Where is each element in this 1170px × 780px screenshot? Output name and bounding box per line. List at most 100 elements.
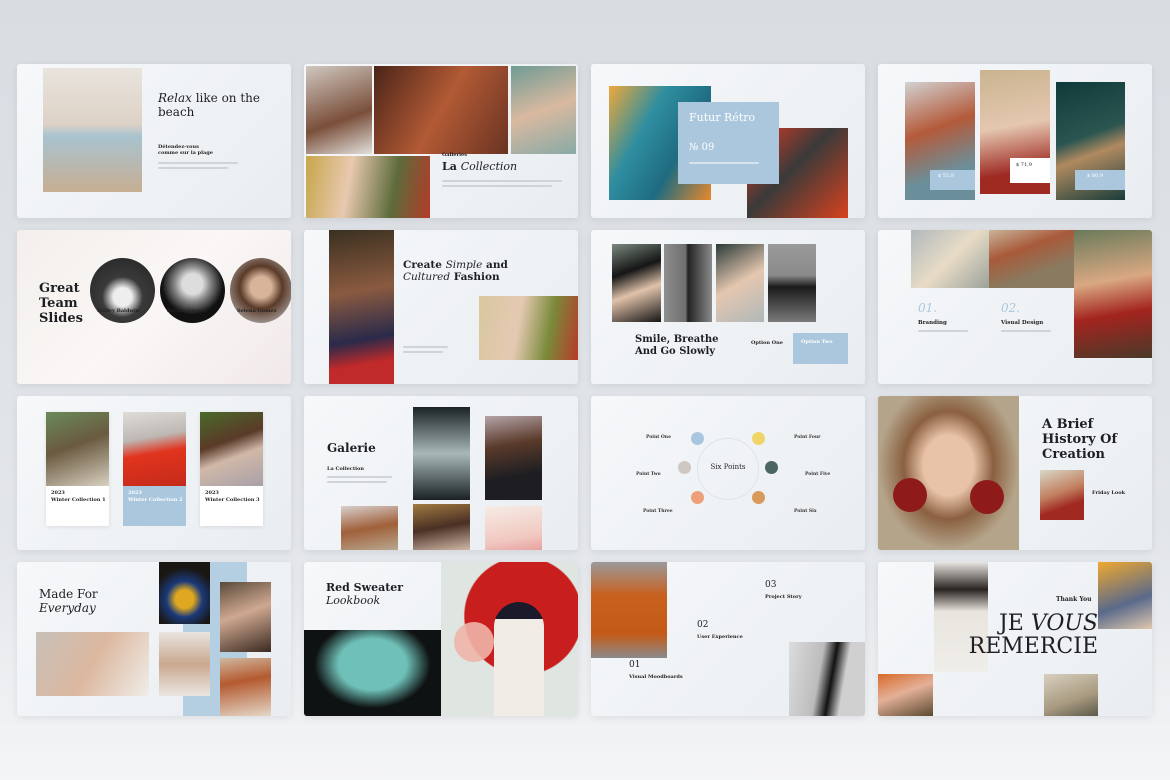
photo: [413, 407, 470, 500]
caption: Friday Look: [1092, 490, 1126, 496]
point-label: Point One: [646, 435, 671, 440]
card-title: Winter Collection 1: [51, 497, 106, 503]
bell-icon: [765, 461, 778, 474]
slide-title: JE VOUS REMERCIE: [948, 612, 1098, 658]
text-line: [327, 481, 387, 483]
step-number: 01.: [918, 301, 938, 315]
slide-title: La Collection: [442, 160, 517, 174]
photo: [329, 230, 394, 384]
step-number: 01: [629, 660, 641, 670]
slide-title: Galerie: [327, 441, 376, 455]
photo: [46, 412, 109, 486]
text-line: [1001, 330, 1051, 332]
slide-everyday[interactable]: Made For Everyday: [17, 562, 291, 716]
subtitle: Détendez-vous comme sur la plage: [158, 144, 213, 156]
photo: [878, 674, 933, 716]
slide-collection[interactable]: Galleries La Collection: [304, 64, 578, 218]
slide-prices[interactable]: $ 55,9 $ 71,9 $ 80,9: [878, 64, 1152, 218]
slide-lookbook[interactable]: Red Sweater Lookbook: [304, 562, 578, 716]
step-number: 02: [697, 620, 709, 630]
slide-title: Made For Everyday: [39, 587, 98, 616]
photo: [36, 632, 149, 696]
slide-relax[interactable]: Relax like on the beach Détendez-vous co…: [17, 64, 291, 218]
photo: [789, 642, 865, 716]
price-tag: $ 71,9: [1010, 158, 1050, 183]
photo: [159, 562, 210, 624]
photo: [43, 68, 142, 192]
text-line: [918, 330, 968, 332]
step-label: Project Story: [765, 594, 802, 600]
text-line: [158, 162, 238, 164]
photo: [485, 506, 542, 550]
kicker: Thank You: [1056, 596, 1092, 603]
slide-create[interactable]: Create Simple and Cultured Fashion: [304, 230, 578, 384]
price-tag: $ 80,9: [1075, 170, 1125, 190]
option-one: Option One: [751, 340, 783, 346]
slide-history[interactable]: A Brief History Of Creation Friday Look: [878, 396, 1152, 550]
title-a: La: [442, 160, 461, 173]
option-two: Option Two: [801, 339, 833, 345]
photo: [220, 582, 271, 652]
step-label: Visual Moodboards: [629, 674, 683, 680]
photo: [1074, 230, 1152, 358]
photo: [220, 658, 271, 716]
cup-icon: [691, 491, 704, 504]
card[interactable]: 2023 Winter Collection 1: [46, 412, 109, 526]
slide-title: Relax like on the beach: [158, 91, 278, 120]
slide-team[interactable]: Great Team Slides Hailey Baldwin Ariana …: [17, 230, 291, 384]
t2: Lookbook: [326, 593, 381, 607]
price-tag: $ 55,9: [930, 170, 975, 190]
apple: [893, 478, 927, 512]
t5: Fashion: [450, 271, 500, 284]
slide-title: Smile, Breathe And Go Slowly: [635, 334, 719, 357]
photo: [413, 504, 470, 550]
t1: JE: [998, 611, 1031, 636]
point-label: Point Five: [805, 472, 831, 477]
photo: [485, 416, 542, 500]
step-label: User Experience: [697, 634, 743, 640]
text-line: [442, 185, 552, 187]
slide-retro[interactable]: Futur Rétro № 09: [591, 64, 865, 218]
point-label: Point Three: [643, 509, 673, 514]
slide-steps[interactable]: 03 Project Story 02 User Experience 01 V…: [591, 562, 865, 716]
member-name: Selena Gomez: [237, 308, 277, 314]
t1: Red Sweater: [326, 581, 404, 594]
slide-winter[interactable]: 2023 Winter Collection 1 2023 Winter Colle…: [17, 396, 291, 550]
card-year: 2023: [51, 490, 65, 496]
photo: [1098, 562, 1152, 629]
slide-title: Great Team Slides: [39, 281, 83, 326]
card[interactable]: 2023 Winter Collection 3: [200, 412, 263, 526]
slide-branding[interactable]: 01. Branding 02. Visual Design: [878, 230, 1152, 384]
slide-title: A Brief History Of Creation: [1042, 417, 1118, 462]
slide-title: Red Sweater Lookbook: [326, 581, 404, 607]
fan: [454, 622, 494, 662]
price: $ 55,9: [938, 173, 954, 179]
card-year: 2023: [128, 490, 142, 496]
slide-galerie[interactable]: Galerie La Collection: [304, 396, 578, 550]
card-year: 2023: [205, 490, 219, 496]
photo: [479, 296, 578, 360]
text-line: [403, 346, 448, 348]
card-title: Winter Collection 2: [128, 497, 183, 503]
t2: VOUS: [1030, 611, 1098, 636]
t3: REMERCIE: [968, 634, 1098, 660]
t2: Everyday: [39, 600, 96, 615]
point-label: Point Four: [794, 435, 821, 440]
price: $ 71,9: [1016, 162, 1032, 168]
text-line: [327, 476, 392, 478]
card[interactable]: 2023 Winter Collection 2: [123, 412, 186, 526]
megaphone-icon: [752, 432, 765, 445]
slide-thanks[interactable]: Thank You JE VOUS REMERCIE: [878, 562, 1152, 716]
text-line: [403, 351, 443, 353]
text-line: [158, 167, 228, 169]
photo: [1044, 674, 1098, 716]
point-label: Point Six: [794, 509, 817, 514]
point-label: Point Two: [636, 472, 661, 477]
t2: Simple: [445, 259, 483, 271]
number: № 09: [689, 142, 715, 153]
step-label: Branding: [918, 320, 947, 326]
photo: [989, 230, 1074, 288]
slide-smile[interactable]: Smile, Breathe And Go Slowly Option One …: [591, 230, 865, 384]
slide-six-points[interactable]: Six Points Point One Point Two Point Thr…: [591, 396, 865, 550]
card-title: Winter Collection 3: [205, 497, 260, 503]
